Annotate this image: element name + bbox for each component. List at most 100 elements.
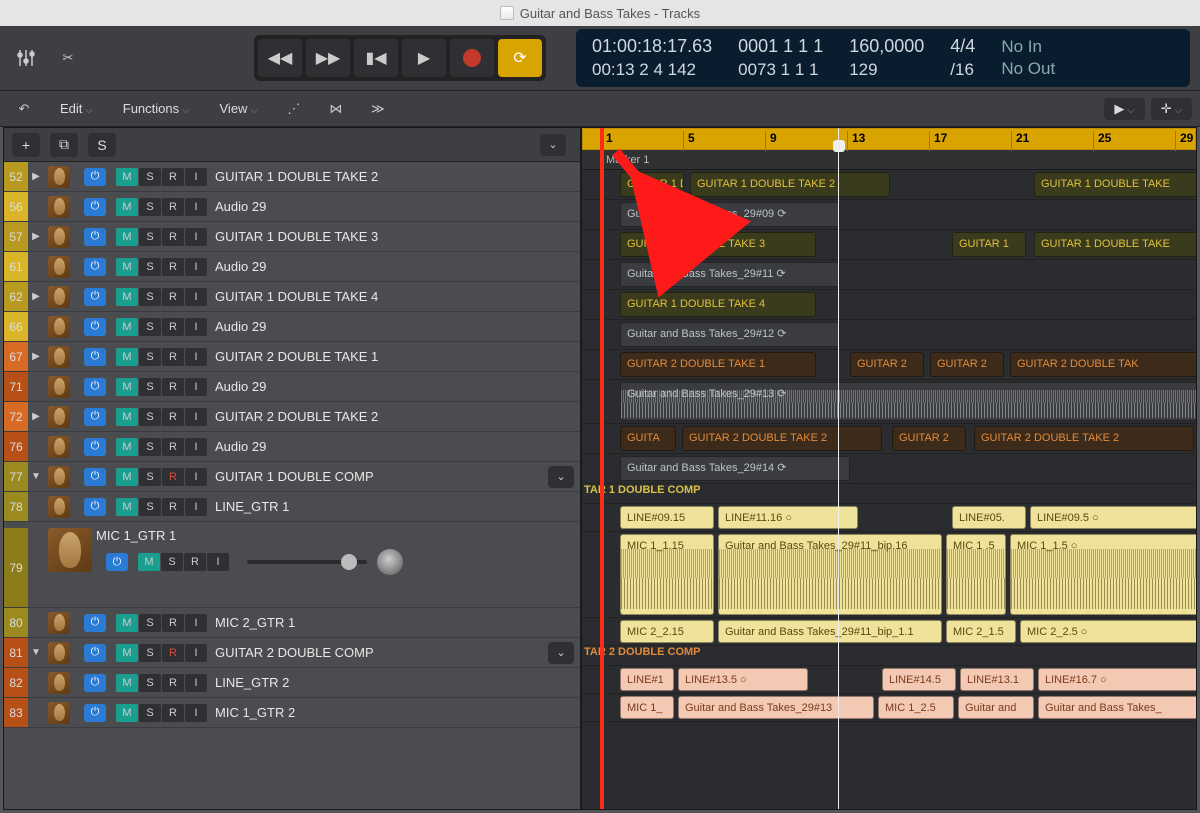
audio-region[interactable]: MIC 1_1.15 <box>620 534 714 615</box>
secondary-tool[interactable]: ✛ <box>1151 98 1192 120</box>
audio-region[interactable]: MIC 2_1.5 <box>946 620 1016 643</box>
power-button[interactable]: ⏻ <box>84 378 106 396</box>
solo-button[interactable]: S <box>161 553 183 571</box>
mute-button[interactable]: M <box>116 378 138 396</box>
record-enable-button[interactable]: R <box>162 674 184 692</box>
audio-region[interactable]: LINE#13.1 <box>960 668 1034 691</box>
mixer-icon[interactable] <box>10 42 42 74</box>
forward-button[interactable]: ▶▶ <box>306 39 350 77</box>
record-enable-button[interactable]: R <box>162 498 184 516</box>
solo-button[interactable]: S <box>139 438 161 456</box>
rewind-button[interactable]: ◀◀ <box>258 39 302 77</box>
audio-region[interactable]: GUITAR 1 <box>952 232 1026 257</box>
power-button[interactable]: ⏻ <box>84 614 106 632</box>
mute-button[interactable]: M <box>116 644 138 662</box>
solo-button[interactable]: S <box>139 318 161 336</box>
mute-button[interactable]: M <box>116 198 138 216</box>
record-enable-button[interactable]: R <box>162 318 184 336</box>
audio-region[interactable]: GUITAR 1 DOUBLE TAKE <box>1034 232 1196 257</box>
track-name[interactable]: GUITAR 1 DOUBLE TAKE 2 <box>215 169 580 184</box>
flex-icon[interactable]: ⋈ <box>320 93 352 125</box>
mute-button[interactable]: M <box>116 288 138 306</box>
track-row[interactable]: 57▶⏻MSRIGUITAR 1 DOUBLE TAKE 3 <box>4 222 580 252</box>
track-row[interactable]: 52▶⏻MSRIGUITAR 1 DOUBLE TAKE 2 <box>4 162 580 192</box>
record-enable-button[interactable]: R <box>162 348 184 366</box>
audio-region[interactable]: GUITAR 1 DOUBLE TAKE 2 <box>690 172 890 197</box>
track-row[interactable]: 62▶⏻MSRIGUITAR 1 DOUBLE TAKE 4 <box>4 282 580 312</box>
input-monitor-button[interactable]: I <box>185 198 207 216</box>
track-row[interactable]: 81▼⏻MSRIGUITAR 2 DOUBLE COMP⌄ <box>4 638 580 668</box>
audio-region[interactable]: GUITAR 1 DOUBLE TAKE <box>1034 172 1196 197</box>
audio-region[interactable]: Guitar and <box>958 696 1034 719</box>
input-monitor-button[interactable]: I <box>185 378 207 396</box>
disclosure-triangle[interactable]: ▶ <box>28 351 44 362</box>
record-enable-button[interactable]: R <box>162 378 184 396</box>
mute-button[interactable]: M <box>116 408 138 426</box>
power-button[interactable]: ⏻ <box>84 228 106 246</box>
track-row[interactable]: 71⏻MSRIAudio 29 <box>4 372 580 402</box>
disclosure-triangle[interactable]: ▶ <box>28 231 44 242</box>
mute-button[interactable]: M <box>116 228 138 246</box>
mute-button[interactable]: M <box>116 348 138 366</box>
global-solo-button[interactable]: S <box>88 133 116 157</box>
power-button[interactable]: ⏻ <box>84 318 106 336</box>
input-monitor-button[interactable]: I <box>185 674 207 692</box>
track-row[interactable]: 82⏻MSRILINE_GTR 2 <box>4 668 580 698</box>
track-row[interactable]: 72▶⏻MSRIGUITAR 2 DOUBLE TAKE 2 <box>4 402 580 432</box>
track-row[interactable]: 76⏻MSRIAudio 29 <box>4 432 580 462</box>
audio-region[interactable]: MIC 2_2.15 <box>620 620 714 643</box>
power-button[interactable]: ⏻ <box>84 168 106 186</box>
audio-region[interactable]: LINE#09.5 ○ <box>1030 506 1196 529</box>
record-enable-button[interactable]: R <box>162 704 184 722</box>
mute-button[interactable]: M <box>138 553 160 571</box>
audio-region[interactable]: LINE#14.5 <box>882 668 956 691</box>
disclosure-triangle[interactable]: ▶ <box>28 411 44 422</box>
audio-region[interactable]: LINE#16.7 ○ <box>1038 668 1196 691</box>
record-enable-button[interactable]: R <box>162 468 184 486</box>
mute-button[interactable]: M <box>116 614 138 632</box>
audio-region[interactable]: LINE#05. <box>952 506 1026 529</box>
solo-button[interactable]: S <box>139 704 161 722</box>
power-button[interactable]: ⏻ <box>84 704 106 722</box>
mute-button[interactable]: M <box>116 674 138 692</box>
audio-region[interactable]: MIC 1 .5 <box>946 534 1006 615</box>
record-enable-button[interactable]: R <box>184 553 206 571</box>
track-header-menu[interactable]: ⌄ <box>540 134 566 156</box>
solo-button[interactable]: S <box>139 614 161 632</box>
solo-button[interactable]: S <box>139 644 161 662</box>
track-name[interactable]: Audio 29 <box>215 259 580 274</box>
record-enable-button[interactable]: R <box>162 408 184 426</box>
pan-knob[interactable] <box>377 549 403 575</box>
arrange-area[interactable]: НАЧАЛО 1591317212529 Marker 1 GUITAR 1 D… <box>582 128 1196 809</box>
track-name[interactable]: GUITAR 2 DOUBLE TAKE 2 <box>215 409 580 424</box>
disclosure-triangle[interactable]: ▶ <box>28 171 44 182</box>
take-folder-menu[interactable]: ⌄ <box>548 642 574 664</box>
mute-button[interactable]: M <box>116 438 138 456</box>
solo-button[interactable]: S <box>139 288 161 306</box>
audio-region[interactable]: GUITAR 2 DOUBLE TAK <box>1010 352 1196 377</box>
input-monitor-button[interactable]: I <box>207 553 229 571</box>
mute-button[interactable]: M <box>116 168 138 186</box>
add-track-button[interactable]: + <box>12 133 40 157</box>
mute-button[interactable]: M <box>116 258 138 276</box>
audio-region[interactable]: Guitar and Bass Takes_29#11_bip_1.1 <box>718 620 942 643</box>
audio-region[interactable]: Guitar and Bass Takes_29#11 ⟳ <box>620 262 840 287</box>
track-name[interactable]: GUITAR 2 DOUBLE TAKE 1 <box>215 349 580 364</box>
track-name[interactable]: Audio 29 <box>215 199 580 214</box>
power-button[interactable]: ⏻ <box>84 644 106 662</box>
audio-region[interactable]: MIC 1_ <box>620 696 674 719</box>
solo-button[interactable]: S <box>139 378 161 396</box>
disclosure-triangle[interactable]: ▶ <box>28 291 44 302</box>
track-row[interactable]: 56⏻MSRIAudio 29 <box>4 192 580 222</box>
track-row[interactable]: 80⏻MSRIMIC 2_GTR 1 <box>4 608 580 638</box>
volume-slider[interactable] <box>247 560 367 564</box>
power-button[interactable]: ⏻ <box>84 468 106 486</box>
input-monitor-button[interactable]: I <box>185 468 207 486</box>
track-row[interactable]: 67▶⏻MSRIGUITAR 2 DOUBLE TAKE 1 <box>4 342 580 372</box>
scissors-icon[interactable]: ✂ <box>52 42 84 74</box>
audio-region[interactable]: GUITAR 2 DOUBLE TAKE 2 <box>682 426 882 451</box>
audio-region[interactable]: GUITAR 2 DOUBLE TAKE 1 <box>620 352 816 377</box>
record-enable-button[interactable]: R <box>162 438 184 456</box>
track-row[interactable]: 61⏻MSRIAudio 29 <box>4 252 580 282</box>
track-name[interactable]: Audio 29 <box>215 379 580 394</box>
